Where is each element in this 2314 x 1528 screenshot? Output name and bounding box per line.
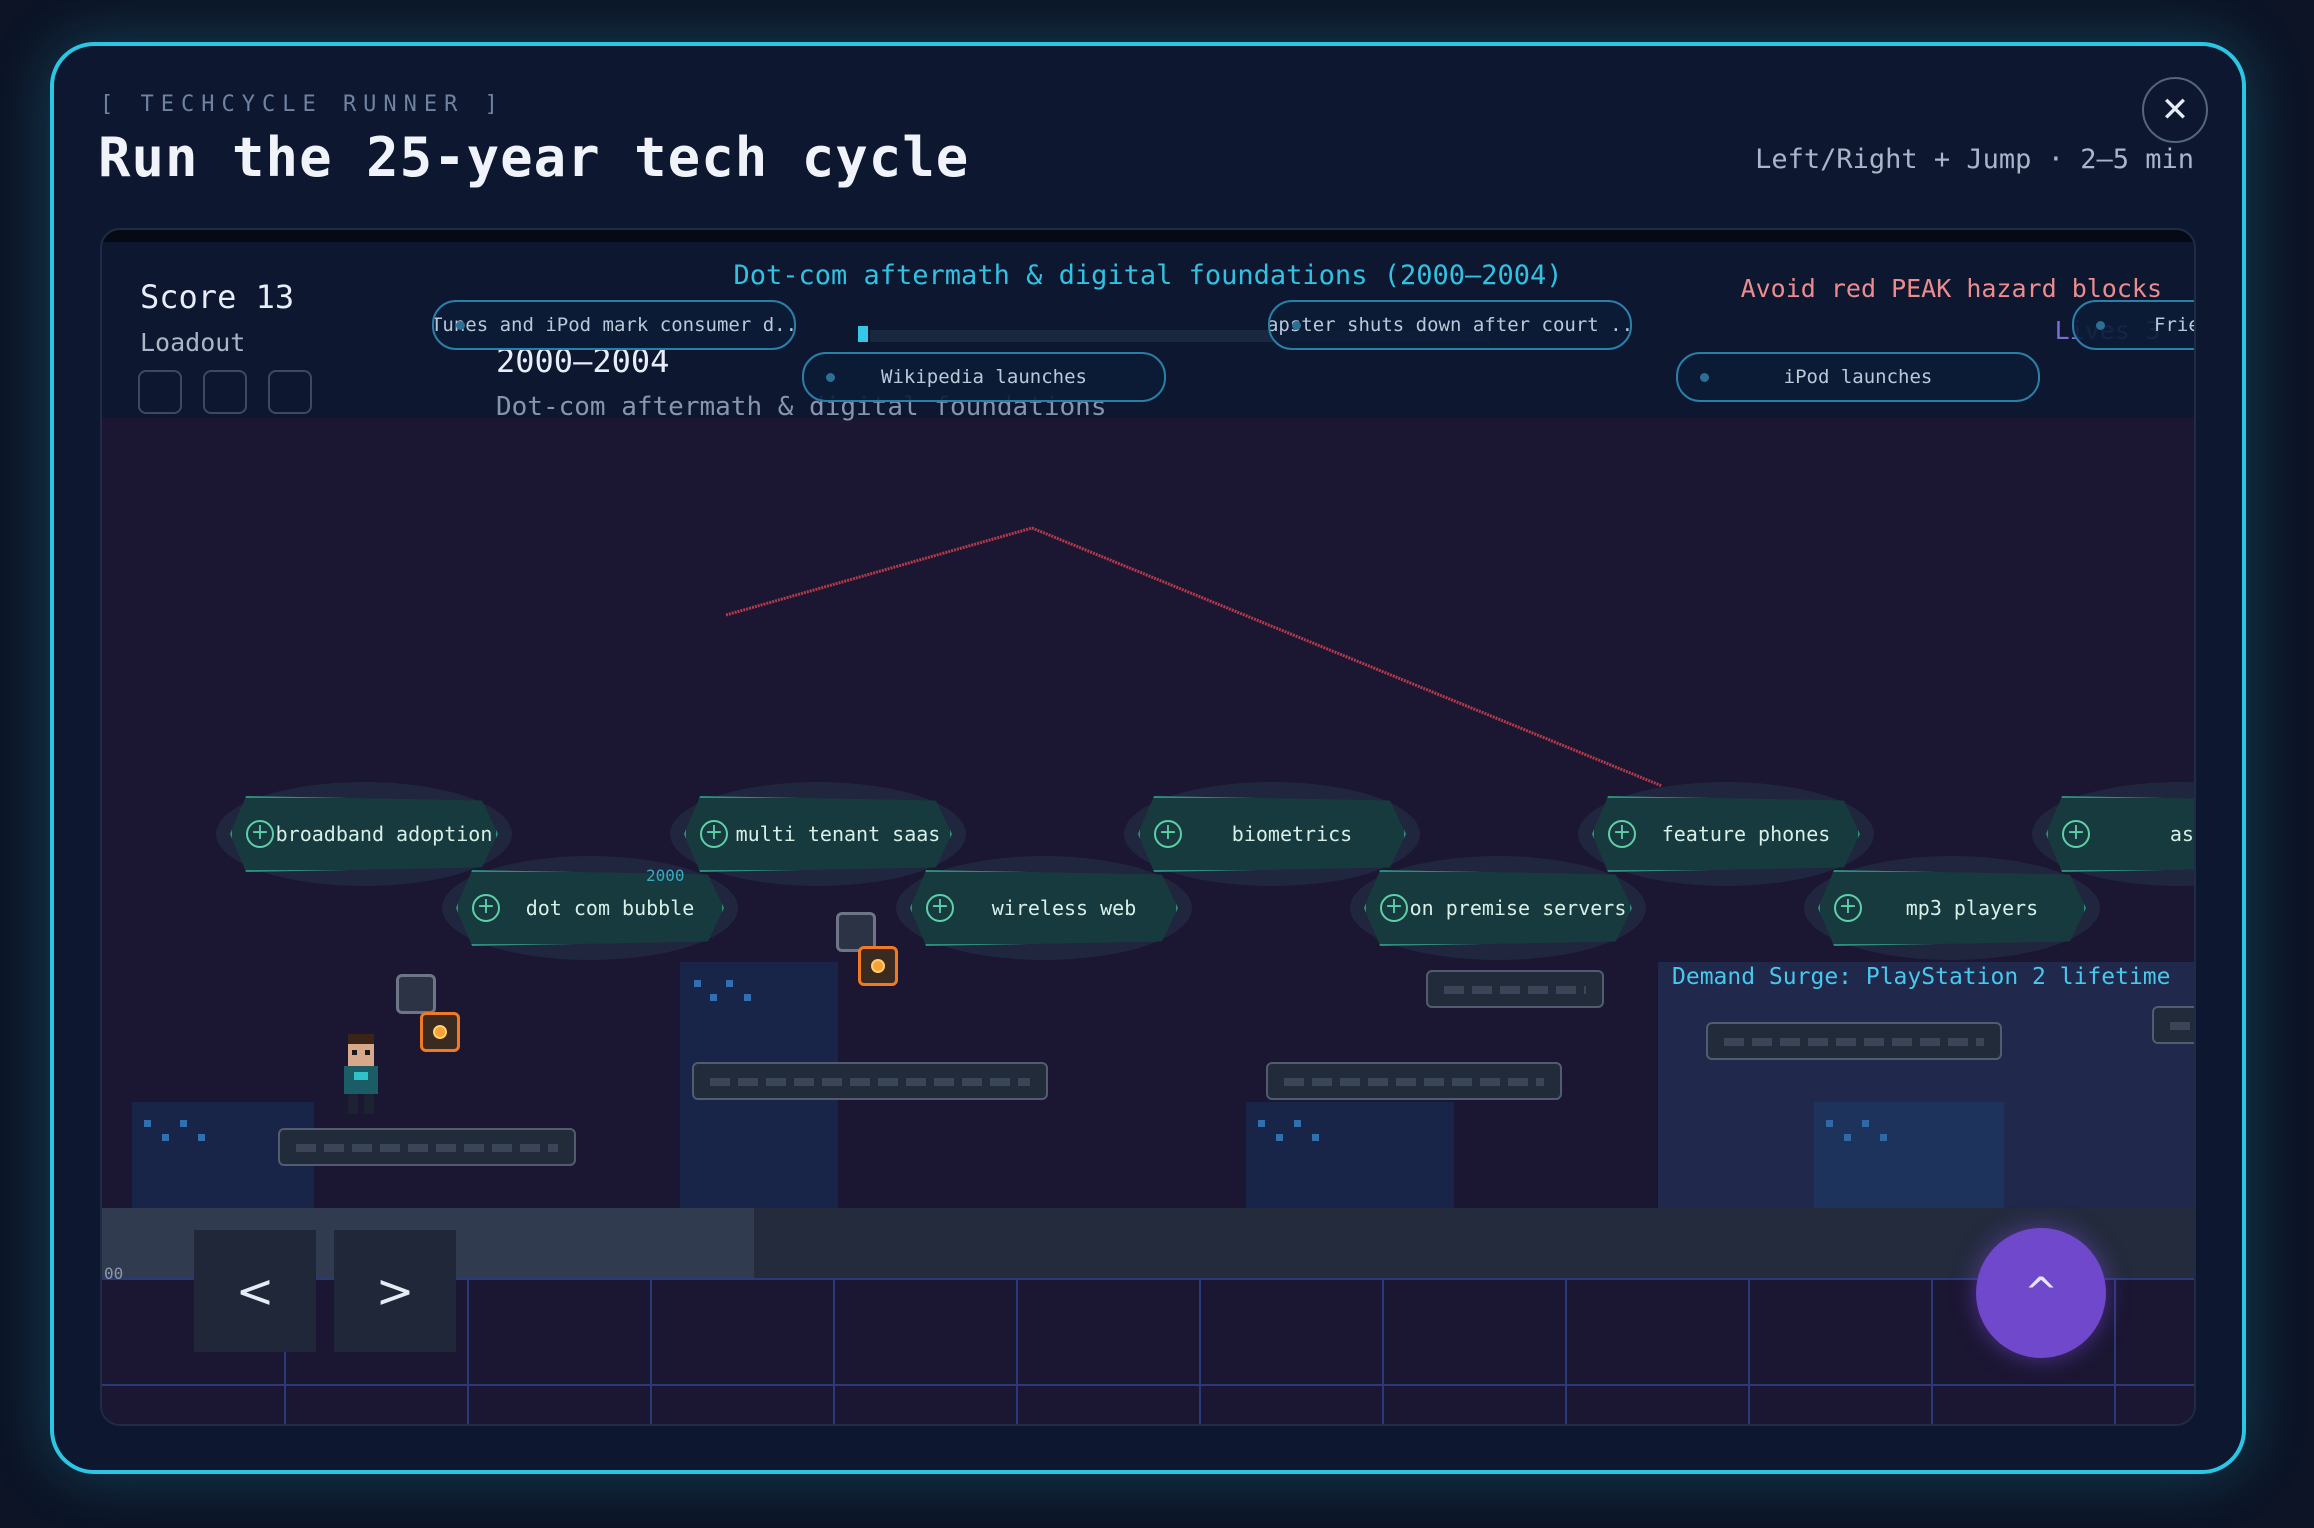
close-icon: ✕: [2160, 90, 2190, 130]
event-pill: Napster shuts down after court ...: [1268, 300, 1632, 350]
platform: [278, 1128, 576, 1166]
year-marker: 2000: [646, 866, 685, 885]
event-pill: iTunes and iPod mark consumer d...: [432, 300, 796, 350]
axis-year-left: 00: [104, 1264, 124, 1283]
tech-token[interactable]: + multi tenant saas: [670, 782, 966, 886]
event-label: Frie: [2154, 314, 2196, 336]
tech-token[interactable]: + wireless web: [896, 856, 1192, 960]
building: [1246, 1102, 1454, 1208]
tech-token[interactable]: + on premise servers: [1350, 856, 1646, 960]
demand-surge-label: Demand Surge: PlayStation 2 lifetime: [1672, 964, 2171, 990]
tech-label: feature phones: [1661, 822, 1831, 846]
close-button[interactable]: ✕: [2142, 77, 2208, 143]
tech-label: broadband adoption: [275, 822, 493, 846]
event-label: iTunes and iPod mark consumer d...: [432, 314, 796, 336]
plus-icon: +: [2062, 820, 2090, 848]
tech-label: wireless web: [991, 896, 1137, 920]
era-progress-marker: [858, 326, 868, 342]
tech-label: mp3 players: [1905, 896, 2039, 920]
event-label: Wikipedia launches: [881, 366, 1087, 388]
platform: [692, 1062, 1048, 1100]
chevron-up-icon: ^: [2024, 1270, 2058, 1316]
platform: [1426, 970, 1604, 1008]
tech-label: multi tenant saas: [735, 822, 941, 846]
move-right-button[interactable]: >: [334, 1230, 456, 1352]
player-character: [338, 1034, 384, 1116]
power-up-crate: [858, 946, 898, 986]
loadout-slot: [203, 370, 247, 414]
plus-icon: +: [1834, 894, 1862, 922]
tech-label: asp f: [2169, 822, 2194, 846]
platform: [2152, 1006, 2194, 1044]
loadout-slot: [268, 370, 312, 414]
tech-token[interactable]: + feature phones: [1578, 782, 1874, 886]
modal-title: Run the 25-year tech cycle: [98, 126, 970, 189]
hazard-warning: Avoid red PEAK hazard blocks: [1740, 274, 2162, 303]
crate: [396, 974, 436, 1014]
loadout-label: Loadout: [140, 328, 246, 357]
event-label: Napster shuts down after court ...: [1268, 314, 1632, 336]
plus-icon: +: [926, 894, 954, 922]
tech-token[interactable]: + biometrics: [1124, 782, 1420, 886]
event-label: iPod launches: [1783, 366, 1933, 388]
tech-token[interactable]: + mp3 players: [1804, 856, 2100, 960]
game-canvas[interactable]: Demand Surge: PlayStation 2 lifetime 00 …: [100, 228, 2196, 1426]
move-left-button[interactable]: <: [194, 1230, 316, 1352]
tech-token[interactable]: + asp f: [2032, 782, 2194, 886]
jump-button[interactable]: ^: [1976, 1228, 2106, 1358]
controls-hint: Left/Right + Jump · 2–5 min: [1755, 144, 2194, 175]
event-pill: iPod launches: [1676, 352, 2040, 402]
power-up-crate: [420, 1012, 460, 1052]
platform: [1706, 1022, 2002, 1060]
tech-label: biometrics: [1231, 822, 1353, 846]
event-pill: Wikipedia launches: [802, 352, 1166, 402]
modal-kicker: [ TECHCYCLE RUNNER ]: [100, 92, 505, 117]
plus-icon: +: [1154, 820, 1182, 848]
loadout-slot: [138, 370, 182, 414]
tech-label: on premise servers: [1409, 896, 1627, 920]
event-pill: Frie: [2072, 300, 2196, 350]
tech-token[interactable]: + broadband adoption: [216, 782, 512, 886]
platform: [1266, 1062, 1562, 1100]
tech-label: dot com bubble: [525, 896, 695, 920]
